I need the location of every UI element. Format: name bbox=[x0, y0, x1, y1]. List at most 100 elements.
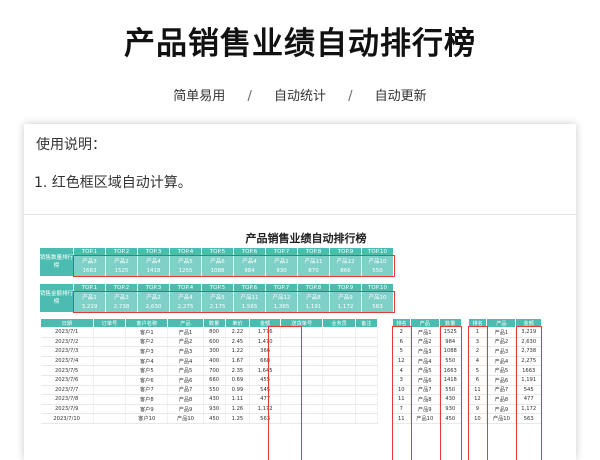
sales-cell[interactable]: 455 bbox=[249, 375, 282, 386]
qty-rank-cell[interactable]: 11 bbox=[392, 394, 412, 405]
sales-cell[interactable] bbox=[280, 404, 324, 415]
sales-cell[interactable] bbox=[355, 337, 379, 348]
qty-rank-cell[interactable]: 1525 bbox=[439, 327, 462, 338]
sales-cell[interactable]: 2023/7/4 bbox=[40, 356, 94, 367]
amount-rank-cell[interactable]: 545 bbox=[515, 385, 542, 396]
sales-cell[interactable]: 1.25 bbox=[225, 413, 251, 424]
qty-rank-cell[interactable]: 6 bbox=[392, 337, 412, 348]
sales-cell[interactable] bbox=[93, 356, 127, 367]
amount-rank-cell[interactable]: 5 bbox=[468, 365, 488, 376]
sales-cell[interactable]: 668 bbox=[249, 356, 282, 367]
qty-rank-cell[interactable]: 450 bbox=[439, 413, 462, 424]
amount-rank-cell[interactable]: 2,630 bbox=[515, 337, 542, 348]
sales-cell[interactable] bbox=[93, 385, 127, 396]
sales-cell[interactable]: 1.11 bbox=[225, 394, 251, 405]
sales-cell[interactable] bbox=[280, 385, 324, 396]
sales-cell[interactable]: 800 bbox=[203, 327, 226, 338]
amount-rank-cell[interactable]: 9 bbox=[468, 404, 488, 415]
qty-rank-cell[interactable]: 产品9 bbox=[410, 404, 440, 415]
sales-cell[interactable] bbox=[93, 404, 127, 415]
qty-rank-cell[interactable]: 产品4 bbox=[410, 356, 440, 367]
amount-rank-cell[interactable]: 1,191 bbox=[515, 375, 542, 386]
sales-cell[interactable] bbox=[322, 327, 356, 338]
sales-cell[interactable]: 1,470 bbox=[249, 337, 282, 348]
qty-rank-cell[interactable]: 产品5 bbox=[410, 365, 440, 376]
sales-cell[interactable]: 366 bbox=[249, 346, 282, 357]
sales-cell[interactable] bbox=[355, 346, 379, 357]
sales-cell[interactable] bbox=[355, 375, 379, 386]
sales-cell[interactable] bbox=[93, 375, 127, 386]
sales-cell[interactable] bbox=[322, 346, 356, 357]
sales-cell[interactable]: 客户9 bbox=[125, 404, 169, 415]
sales-cell[interactable]: 客户6 bbox=[125, 375, 169, 386]
qty-rank-cell[interactable]: 550 bbox=[439, 356, 462, 367]
sales-cell[interactable]: 477 bbox=[249, 394, 282, 405]
sales-cell[interactable]: 545 bbox=[249, 385, 282, 396]
amount-rank-cell[interactable]: 12 bbox=[468, 394, 488, 405]
sales-cell[interactable]: 客户3 bbox=[125, 346, 169, 357]
sales-cell[interactable] bbox=[280, 327, 324, 338]
qty-rank-cell[interactable]: 1088 bbox=[439, 346, 462, 357]
sales-cell[interactable]: 产品1 bbox=[167, 327, 204, 338]
sales-cell[interactable]: 2.45 bbox=[225, 337, 251, 348]
sales-cell[interactable]: 产品10 bbox=[167, 413, 204, 424]
sales-cell[interactable] bbox=[322, 356, 356, 367]
sales-cell[interactable]: 产品2 bbox=[167, 337, 204, 348]
sales-cell[interactable]: 2023/7/8 bbox=[40, 394, 94, 405]
qty-rank-cell[interactable]: 产品2 bbox=[410, 337, 440, 348]
sales-cell[interactable] bbox=[322, 375, 356, 386]
sales-cell[interactable] bbox=[322, 365, 356, 376]
qty-rank-cell[interactable]: 产品6 bbox=[410, 375, 440, 386]
amount-rank-cell[interactable]: 11 bbox=[468, 385, 488, 396]
sales-cell[interactable]: 客户10 bbox=[125, 413, 169, 424]
sales-cell[interactable]: 产品9 bbox=[167, 404, 204, 415]
sales-cell[interactable] bbox=[93, 337, 127, 348]
sales-cell[interactable] bbox=[280, 394, 324, 405]
sales-cell[interactable]: 产品5 bbox=[167, 365, 204, 376]
sales-cell[interactable]: 2.22 bbox=[225, 327, 251, 338]
sales-cell[interactable]: 2023/7/1 bbox=[40, 327, 94, 338]
sales-cell[interactable] bbox=[355, 385, 379, 396]
sales-cell[interactable]: 产品3 bbox=[167, 346, 204, 357]
qty-rank-cell[interactable]: 1418 bbox=[439, 375, 462, 386]
sales-cell[interactable]: 产品4 bbox=[167, 356, 204, 367]
sales-cell[interactable] bbox=[322, 404, 356, 415]
sales-cell[interactable]: 600 bbox=[203, 337, 226, 348]
sales-cell[interactable]: 产品7 bbox=[167, 385, 204, 396]
sales-cell[interactable]: 产品6 bbox=[167, 375, 204, 386]
qty-rank-cell[interactable]: 5 bbox=[392, 346, 412, 357]
amount-rank-cell[interactable]: 10 bbox=[468, 413, 488, 424]
qty-rank-cell[interactable]: 430 bbox=[439, 394, 462, 405]
amount-rank-cell[interactable]: 产品4 bbox=[486, 356, 517, 367]
amount-rank-cell[interactable]: 1663 bbox=[515, 365, 542, 376]
amount-rank-cell[interactable]: 1 bbox=[468, 327, 488, 338]
sales-cell[interactable]: 700 bbox=[203, 365, 226, 376]
sales-cell[interactable]: 2023/7/2 bbox=[40, 337, 94, 348]
amount-rank-cell[interactable]: 产品5 bbox=[486, 365, 517, 376]
qty-rank-cell[interactable]: 550 bbox=[439, 385, 462, 396]
qty-rank-cell[interactable]: 3 bbox=[392, 375, 412, 386]
amount-rank-cell[interactable]: 产品7 bbox=[486, 385, 517, 396]
sales-cell[interactable]: 430 bbox=[203, 394, 226, 405]
sales-cell[interactable]: 客户4 bbox=[125, 356, 169, 367]
sales-cell[interactable] bbox=[93, 346, 127, 357]
sales-cell[interactable] bbox=[355, 394, 379, 405]
amount-rank-cell[interactable]: 477 bbox=[515, 394, 542, 405]
sales-cell[interactable] bbox=[322, 413, 356, 424]
amount-rank-cell[interactable]: 3 bbox=[468, 337, 488, 348]
sales-cell[interactable]: 0.99 bbox=[225, 385, 251, 396]
qty-rank-cell[interactable]: 2 bbox=[392, 327, 412, 338]
sales-cell[interactable]: 客户8 bbox=[125, 394, 169, 405]
sales-cell[interactable]: 1.26 bbox=[225, 404, 251, 415]
sales-cell[interactable]: 300 bbox=[203, 346, 226, 357]
amount-rank-cell[interactable]: 1,172 bbox=[515, 404, 542, 415]
qty-rank-cell[interactable]: 11 bbox=[392, 413, 412, 424]
sales-cell[interactable]: 1.67 bbox=[225, 356, 251, 367]
qty-rank-cell[interactable]: 产品8 bbox=[410, 394, 440, 405]
sales-cell[interactable] bbox=[322, 337, 356, 348]
amount-rank-cell[interactable]: 产品6 bbox=[486, 375, 517, 386]
amount-rank-cell[interactable]: 4 bbox=[468, 356, 488, 367]
sales-cell[interactable]: 2023/7/7 bbox=[40, 385, 94, 396]
qty-rank-cell[interactable]: 984 bbox=[439, 337, 462, 348]
sales-cell[interactable] bbox=[280, 375, 324, 386]
